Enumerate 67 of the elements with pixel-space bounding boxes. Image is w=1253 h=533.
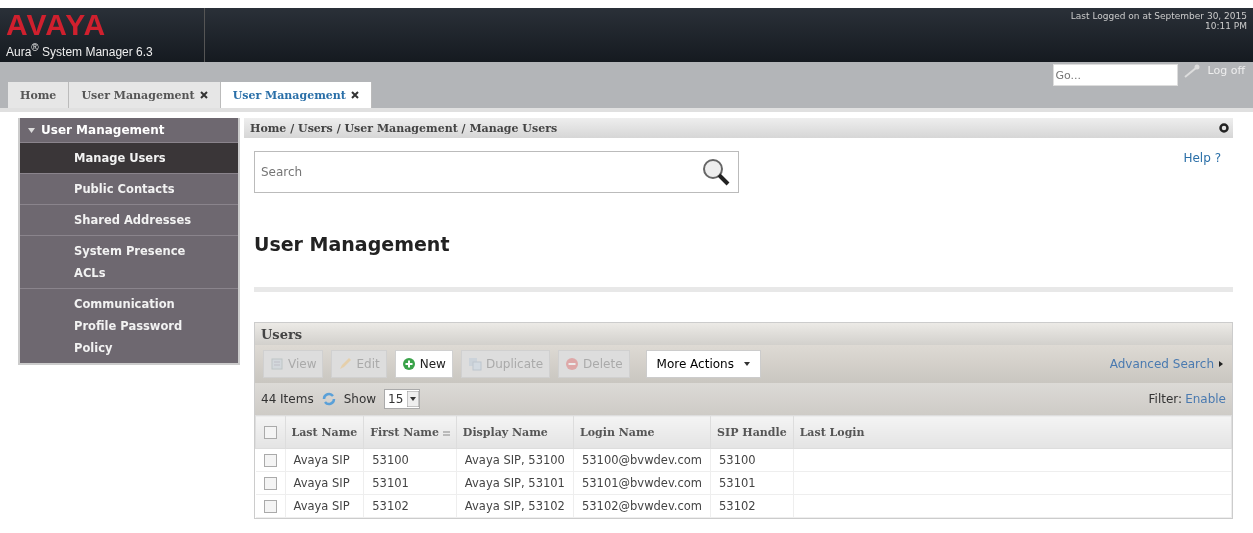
column-header[interactable]: First Name: [363, 415, 457, 449]
toolbar-button[interactable]: New: [394, 350, 453, 378]
table-cell: 53100: [719, 453, 756, 467]
table-cell: 53100@bvwdev.com: [581, 453, 703, 467]
page-title: User Management: [254, 233, 451, 255]
table-cell: 53101: [372, 476, 409, 490]
table-cell: Avaya SIP, 53100: [464, 453, 565, 467]
table-cell: 53100: [372, 453, 409, 467]
copy-icon: [467, 357, 482, 371]
advanced-search-link[interactable]: Advanced Search: [1109, 357, 1214, 371]
dropdown-arrow-icon: [407, 391, 420, 407]
search-field[interactable]: Search: [254, 151, 739, 193]
last-logged-text: Last Logged on at September 30, 2015: [1070, 11, 1247, 21]
column-header[interactable]: Last Name: [285, 415, 364, 449]
table-cell: Avaya SIP, 53102: [464, 499, 565, 513]
select-all-checkbox[interactable]: [263, 425, 277, 439]
column-header[interactable]: Login Name: [573, 415, 711, 449]
sidebar-item[interactable]: Manage Users: [20, 142, 238, 173]
sort-icon: [442, 430, 450, 436]
table-cell: 53101: [719, 476, 756, 490]
table-cell: 53102@bvwdev.com: [581, 499, 703, 513]
more-actions-dropdown[interactable]: More Actions: [645, 350, 761, 378]
show-label: Show: [343, 392, 377, 406]
table-cell: 53102: [372, 499, 409, 513]
close-icon[interactable]: [199, 91, 208, 99]
column-header[interactable]: Last Login: [793, 415, 1232, 449]
triangle-icon: [1218, 361, 1224, 367]
refresh-icon[interactable]: [321, 392, 336, 406]
row-checkbox[interactable]: [263, 499, 277, 513]
column-header[interactable]: Display Name: [456, 415, 574, 449]
filter-enable-link[interactable]: Enable: [1185, 392, 1226, 406]
table-cell: Avaya SIP: [293, 499, 350, 513]
last-logged-time: 10:11 PM: [1205, 21, 1247, 31]
table-cell: Avaya SIP, 53101: [464, 476, 565, 490]
logo: AVAYA: [6, 10, 107, 40]
panel-title: Users: [261, 326, 303, 342]
collapse-icon: [28, 126, 35, 134]
search-icon[interactable]: [701, 157, 731, 187]
list-icon: [270, 357, 284, 371]
tab[interactable]: Home: [8, 82, 70, 108]
sidebar-title: User Management: [41, 123, 165, 137]
table-cell: 53101@bvwdev.com: [581, 476, 703, 490]
table-cell: Avaya SIP: [293, 453, 350, 467]
tab[interactable]: User Management: [220, 82, 372, 108]
help-link[interactable]: Help ?: [1183, 151, 1221, 193]
breadcrumb: Home / Users / User Management / Manage Users: [250, 121, 558, 135]
sidebar-item[interactable]: Shared Addresses: [20, 204, 238, 235]
row-checkbox[interactable]: [263, 476, 277, 490]
product-name: Aura$^{®}$ System Manager 6.3: [6, 42, 153, 59]
table-cell: Avaya SIP: [293, 476, 350, 490]
settings-icon[interactable]: [1219, 123, 1229, 133]
tab[interactable]: User Management: [69, 82, 221, 108]
column-header[interactable]: SIP Handle: [710, 415, 794, 449]
row-checkbox[interactable]: [263, 453, 277, 467]
sidebar-item[interactable]: Public Contacts: [20, 173, 238, 204]
pencil-icon: [338, 357, 353, 371]
caret-icon: [743, 362, 750, 366]
sidebar-item[interactable]: Communication Profile Password Policy: [20, 288, 238, 363]
go-field[interactable]: Go...: [1052, 64, 1178, 86]
sidebar-item[interactable]: System Presence ACLs: [20, 235, 238, 288]
close-icon[interactable]: [350, 91, 359, 99]
table-cell: 53102: [719, 499, 756, 513]
item-count: 44 Items: [261, 392, 314, 406]
page-size-select[interactable]: 15: [384, 389, 421, 409]
minus-icon: [565, 357, 580, 371]
plus-icon: [401, 357, 416, 371]
filter-label: Filter:: [1148, 392, 1183, 406]
